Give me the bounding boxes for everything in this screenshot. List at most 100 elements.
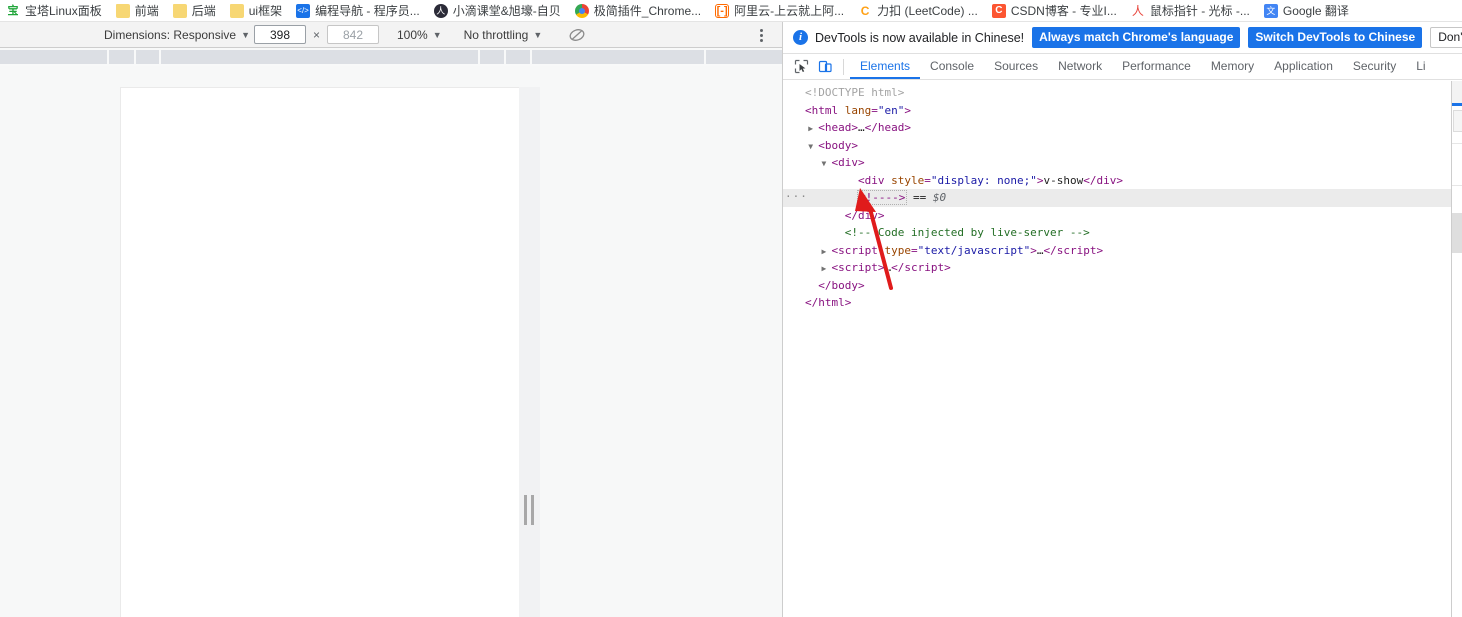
zoom-dropdown[interactable]: 100% ▼ — [393, 25, 446, 45]
token-attr: style — [891, 173, 925, 187]
code-icon: </> — [296, 3, 311, 18]
disclosure-triangle-icon[interactable]: ▼ — [808, 138, 818, 156]
viewport-width-input[interactable] — [253, 25, 306, 44]
disclosure-triangle-icon[interactable]: ▶ — [822, 243, 832, 261]
viewport-resize-handle[interactable] — [524, 495, 534, 525]
dom-tree-view[interactable]: <!DOCTYPE html> <html lang="en"> ▶ <head>… — [783, 81, 1451, 617]
rendered-page-frame[interactable] — [120, 87, 519, 617]
throttling-label: No throttling — [463, 27, 529, 42]
token-tag: script — [838, 243, 878, 257]
media-query-segment[interactable] — [109, 50, 134, 64]
dom-node-selected[interactable]: ··· <!----> == $0 — [783, 189, 1451, 207]
inspect-element-icon[interactable] — [789, 55, 813, 79]
browser-window: 宝宝塔Linux面板 前端 后端 ui框架 </> 编程导航 - 程序员... 人小滴课堂&… — [0, 0, 1462, 617]
media-query-segment[interactable] — [0, 50, 107, 64]
folder-icon — [172, 3, 187, 18]
dom-node-row[interactable]: ▼ <body> — [783, 137, 1451, 155]
token-punct: </ — [818, 278, 832, 292]
bookmark-item[interactable]: ui框架 — [224, 1, 288, 21]
tab-console[interactable]: Console — [920, 54, 984, 79]
token-punct: > — [904, 103, 911, 117]
dont-show-again-button[interactable]: Don't show again — [1430, 27, 1462, 48]
dom-node-row[interactable]: </div> — [783, 207, 1451, 225]
styles-filter-field[interactable] — [1453, 110, 1462, 132]
dimensions-dropdown[interactable]: Dimensions: Responsive ▼ — [100, 25, 254, 45]
bookmark-item[interactable]: C 力扣 (LeetCode) ... — [852, 1, 984, 21]
media-query-segment[interactable] — [480, 50, 504, 64]
notification-message: DevTools is now available in Chinese! — [815, 30, 1025, 45]
switch-to-chinese-button[interactable]: Switch DevTools to Chinese — [1248, 27, 1423, 48]
dom-node-row[interactable]: <html lang="en"> — [783, 102, 1451, 120]
token-punct: </ — [891, 261, 905, 274]
tab-performance[interactable]: Performance — [1112, 54, 1201, 79]
media-query-segment[interactable] — [161, 50, 478, 64]
media-query-segment[interactable] — [532, 50, 704, 64]
bookmark-item[interactable]: 人鼠标指针 - 光标 -... — [1125, 1, 1256, 21]
dom-node-row[interactable]: <!-- Code injected by live-server --> — [783, 224, 1451, 242]
token-tag: div — [864, 173, 885, 187]
tab-security[interactable]: Security — [1343, 54, 1406, 79]
dom-node-row[interactable]: ▼ <div> — [783, 154, 1451, 172]
tab-memory[interactable]: Memory — [1201, 54, 1264, 79]
bookmark-item[interactable]: 前端 — [110, 1, 165, 21]
dom-node-row[interactable]: ▶ <head>…</head> — [783, 119, 1451, 137]
token-punct: < — [818, 138, 825, 152]
media-query-segment[interactable] — [136, 50, 159, 64]
bookmark-label: CSDN博客 - 专业I... — [1010, 3, 1117, 18]
token-tag: html — [818, 296, 845, 309]
disclosure-triangle-icon[interactable]: ▼ — [822, 155, 832, 173]
bookmark-item[interactable]: 极简插件_Chrome... — [569, 1, 707, 21]
token-punct: > — [877, 261, 885, 274]
dom-node-row[interactable]: </body> — [783, 277, 1451, 295]
devtools-panel: i DevTools is now available in Chinese! … — [783, 22, 1462, 617]
bt-panel-icon: 宝 — [6, 3, 20, 18]
kebab-menu-icon[interactable] — [753, 26, 769, 44]
token-tag: script — [904, 261, 945, 274]
node-menu-icon[interactable]: ··· — [785, 190, 807, 204]
dom-node-row[interactable]: <div style="display: none;">v-show</div> — [783, 172, 1451, 190]
tab-sources[interactable]: Sources — [984, 54, 1048, 79]
styles-pane-edge — [1451, 81, 1462, 617]
token-attr: lang — [844, 103, 872, 117]
bookmark-item[interactable]: </> 编程导航 - 程序员... — [290, 1, 426, 21]
bookmark-item[interactable]: 后端 — [167, 1, 222, 21]
bookmark-item[interactable]: 宝宝塔Linux面板 — [0, 1, 108, 21]
token-tag: script — [838, 261, 878, 274]
dom-node-row[interactable]: </html> — [783, 294, 1451, 312]
dom-node-row[interactable]: ▶ <script>…</script> — [783, 259, 1451, 277]
tab-li[interactable]: Li — [1406, 54, 1435, 79]
disclosure-triangle-icon[interactable]: ▶ — [808, 120, 818, 138]
token-punct: > — [851, 121, 858, 134]
tab-network[interactable]: Network — [1048, 54, 1112, 79]
tab-elements[interactable]: Elements — [850, 54, 920, 79]
token-punct: > — [844, 296, 852, 309]
throttling-dropdown[interactable]: No throttling ▼ — [460, 25, 547, 45]
media-query-bar[interactable] — [0, 48, 783, 66]
bookmark-item[interactable]: 文 Google 翻译 — [1258, 1, 1355, 21]
token-text: v-show — [1043, 173, 1084, 187]
device-toolbar-icon[interactable] — [813, 55, 837, 79]
dom-node-row[interactable]: ▶ <script type="text/javascript">…</scrip… — [783, 242, 1451, 260]
media-query-segment[interactable] — [506, 50, 530, 64]
dom-node-row[interactable]: <!DOCTYPE html> — [783, 84, 1451, 102]
no-screenshot-icon[interactable] — [568, 26, 586, 44]
chevron-down-icon: ▼ — [533, 29, 543, 40]
viewport-height-input[interactable] — [327, 25, 379, 44]
bookmark-item[interactable]: 人小滴课堂&旭壕-自贝 — [428, 1, 567, 21]
tab-application[interactable]: Application — [1264, 54, 1343, 79]
token-punct: > — [877, 208, 885, 222]
bookmark-item[interactable]: [-] 阿里云-上云就上阿... — [709, 1, 850, 21]
chevron-down-icon: ▼ — [241, 29, 250, 40]
dimensions-label: Dimensions: Responsive — [104, 27, 237, 42]
always-match-language-button[interactable]: Always match Chrome's language — [1032, 27, 1241, 48]
bookmark-item[interactable]: C CSDN博客 - 专业I... — [986, 1, 1123, 21]
bookmark-label: 鼠标指针 - 光标 -... — [1149, 3, 1250, 18]
media-query-segment[interactable] — [706, 50, 783, 64]
disclosure-triangle-icon[interactable]: ▶ — [822, 260, 832, 278]
token-punct: > — [1030, 243, 1037, 257]
